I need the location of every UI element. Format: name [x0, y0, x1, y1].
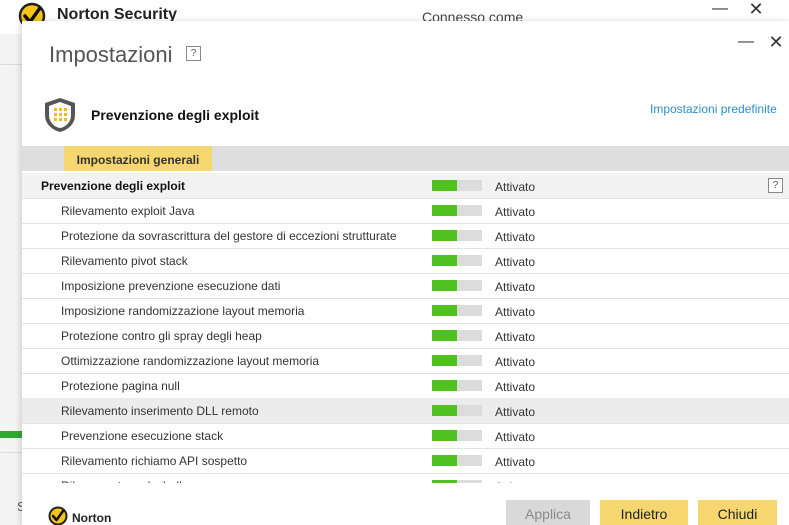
settings-row[interactable]: Protezione da sovrascrittura del gestore…	[22, 223, 789, 249]
setting-label: Rilevamento codeshell	[61, 479, 182, 483]
setting-status: Attivato	[495, 255, 536, 269]
settings-row[interactable]: Rilevamento pivot stack Attivato	[22, 248, 789, 274]
settings-row[interactable]: Imposizione randomizzazione layout memor…	[22, 298, 789, 324]
setting-status: Attivato	[495, 380, 536, 394]
setting-toggle[interactable]	[432, 255, 482, 266]
setting-label: Imposizione prevenzione esecuzione dati	[61, 279, 281, 293]
setting-toggle[interactable]	[432, 355, 482, 366]
settings-row[interactable]: Rilevamento inserimento DLL remoto Attiva…	[22, 398, 789, 424]
setting-toggle[interactable]	[432, 430, 482, 441]
setting-toggle[interactable]	[432, 205, 482, 216]
toggle-on-indicator	[432, 205, 457, 216]
toggle-on-indicator	[432, 355, 457, 366]
setting-label: Protezione pagina null	[61, 379, 180, 393]
main-minimize-button[interactable]: —	[712, 1, 728, 18]
setting-toggle[interactable]	[432, 180, 482, 191]
setting-toggle[interactable]	[432, 305, 482, 316]
setting-toggle[interactable]	[432, 480, 482, 483]
toggle-on-indicator	[432, 230, 457, 241]
settings-row[interactable]: Rilevamento exploit Java Attivato	[22, 198, 789, 224]
setting-label: Rilevamento exploit Java	[61, 204, 195, 218]
setting-status: Attivato	[495, 355, 536, 369]
setting-label: Ottimizzazione randomizzazione layout me…	[61, 354, 320, 368]
settings-table: Prevenzione degli exploit Attivato? Rileva…	[22, 173, 789, 483]
setting-label: Rilevamento pivot stack	[61, 254, 188, 268]
setting-toggle[interactable]	[432, 405, 482, 416]
toggle-on-indicator	[432, 305, 457, 316]
toggle-on-indicator	[432, 280, 457, 291]
settings-row[interactable]: Protezione contro gli spray degli heap At…	[22, 323, 789, 349]
setting-label: Prevenzione degli exploit	[41, 179, 186, 193]
settings-row[interactable]: Rilevamento codeshell Attivato	[22, 473, 789, 483]
dialog-close-button[interactable]: ✕	[768, 33, 784, 51]
setting-toggle[interactable]	[432, 380, 482, 391]
divider	[0, 64, 22, 65]
toggle-on-indicator	[432, 405, 457, 416]
divider	[0, 452, 22, 453]
settings-row[interactable]: Ottimizzazione randomizzazione layout me…	[22, 348, 789, 374]
settings-row[interactable]: Rilevamento richiamo API sospetto Attivat…	[22, 448, 789, 474]
help-icon[interactable]: ?	[768, 178, 783, 193]
setting-label: Protezione contro gli spray degli heap	[61, 329, 262, 343]
setting-status: Attivato	[495, 180, 536, 194]
toggle-on-indicator	[432, 430, 457, 441]
settings-row[interactable]: Protezione pagina null Attivato	[22, 373, 789, 399]
dialog-minimize-button[interactable]: —	[738, 34, 754, 50]
close-button[interactable]: Chiudi	[698, 500, 777, 525]
setting-toggle[interactable]	[432, 230, 482, 241]
settings-row[interactable]: Prevenzione esecuzione stack Attivato	[22, 423, 789, 449]
setting-toggle[interactable]	[432, 455, 482, 466]
setting-status: Attivato	[495, 230, 536, 244]
apply-button[interactable]: Applica	[506, 500, 590, 525]
setting-toggle[interactable]	[432, 280, 482, 291]
settings-group-row[interactable]: Prevenzione degli exploit Attivato?	[22, 173, 789, 199]
norton-check-logo-icon	[48, 506, 68, 525]
section-title: Prevenzione degli exploit	[91, 107, 260, 123]
setting-status: Attivato	[495, 405, 536, 419]
status-green-bar	[0, 431, 22, 438]
toggle-on-indicator	[432, 330, 457, 341]
setting-status: Attivato	[495, 280, 536, 294]
setting-status: Attivato	[495, 305, 536, 319]
default-settings-link[interactable]: Impostazioni predefinite	[650, 102, 777, 116]
toggle-on-indicator	[432, 380, 457, 391]
setting-status: Attivato	[495, 330, 536, 344]
help-icon[interactable]: ?	[186, 46, 201, 61]
back-button[interactable]: Indietro	[600, 500, 688, 525]
setting-label: Imposizione randomizzazione layout memor…	[61, 304, 305, 318]
tab-bar: Impostazioni generali	[22, 146, 789, 171]
tab-general-settings[interactable]: Impostazioni generali	[64, 146, 212, 171]
brand-name: Norton	[72, 511, 112, 525]
setting-toggle[interactable]	[432, 330, 482, 341]
main-close-button[interactable]: ✕	[748, 0, 764, 18]
setting-status: Attivato	[495, 480, 535, 483]
setting-label: Protezione da sovrascrittura del gestore…	[61, 229, 397, 243]
toggle-on-indicator	[432, 180, 457, 191]
toggle-on-indicator	[432, 480, 457, 483]
dialog-title: Impostazioni	[49, 42, 173, 67]
setting-label: Rilevamento richiamo API sospetto	[61, 454, 248, 468]
settings-dialog: Impostazioni ? — ✕ Prevenzione degli exp…	[22, 21, 789, 525]
toggle-on-indicator	[432, 255, 457, 266]
settings-row[interactable]: Imposizione prevenzione esecuzione dati A…	[22, 273, 789, 299]
setting-status: Attivato	[495, 455, 536, 469]
toggle-on-indicator	[432, 455, 457, 466]
setting-status: Attivato	[495, 430, 536, 444]
setting-label: Prevenzione esecuzione stack	[61, 429, 224, 443]
setting-status: Attivato	[495, 205, 536, 219]
shield-grid-icon	[45, 98, 75, 132]
setting-label: Rilevamento inserimento DLL remoto	[61, 404, 259, 418]
